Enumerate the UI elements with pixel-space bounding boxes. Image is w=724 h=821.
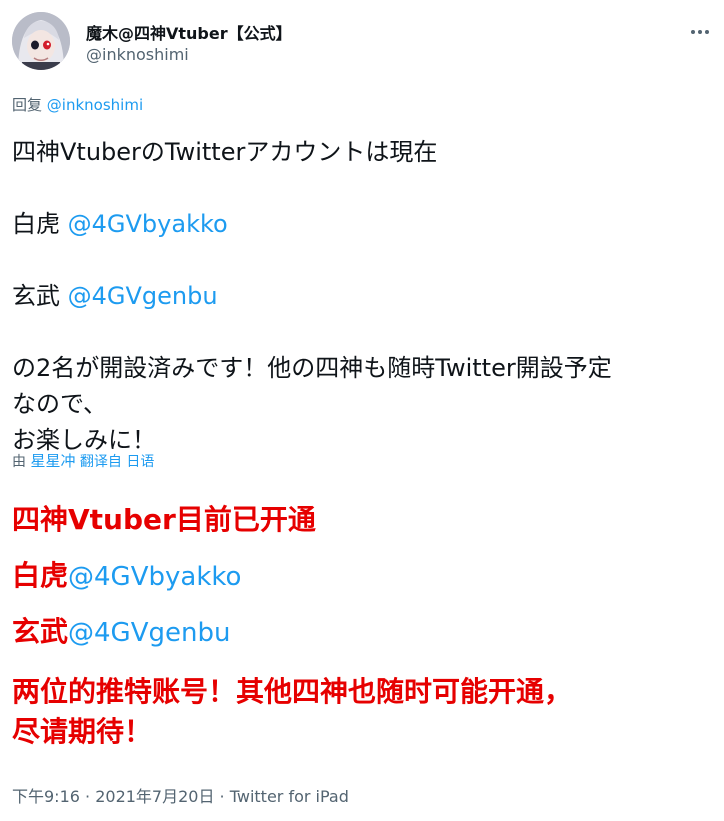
- reply-to-link[interactable]: @inknoshimi: [47, 96, 143, 114]
- translated-genbu-label: 玄武: [12, 615, 69, 648]
- translated-line-4b: 尽请期待！: [12, 715, 153, 748]
- avatar[interactable]: [12, 12, 70, 70]
- translated-line-4a: 两位的推特账号！其他四神也随时可能开通，: [12, 675, 573, 708]
- tweet-line-5: なので、: [12, 390, 108, 418]
- tweet-line-byakko: 白虎 @4GVbyakko: [12, 206, 716, 242]
- translator-link[interactable]: 星星冲: [30, 452, 75, 470]
- more-icon[interactable]: [688, 20, 712, 44]
- replying-to: 回复 @inknoshimi: [12, 94, 143, 115]
- author-display-name[interactable]: 魔木@四神Vtuber【公式】: [86, 20, 292, 44]
- tweet-header: 魔木@四神Vtuber【公式】 @inknoshimi: [12, 12, 712, 72]
- tweet-date[interactable]: 2021年7月20日: [95, 787, 214, 806]
- tweet-text: 四神VtuberのTwitterアカウントは現在 白虎 @4GVbyakko 玄…: [12, 134, 716, 458]
- translated-line-4: 两位的推特账号！其他四神也随时可能开通， 尽请期待！: [12, 672, 716, 752]
- byakko-label: 白虎: [12, 210, 60, 238]
- byakko-mention[interactable]: @4GVbyakko: [68, 210, 228, 238]
- translated-line-byakko: 白虎@4GVbyakko: [12, 558, 716, 595]
- tweet-line-genbu: 玄武 @4GVgenbu: [12, 278, 716, 314]
- genbu-mention[interactable]: @4GVgenbu: [68, 282, 218, 310]
- reply-prefix: 回复: [12, 96, 43, 114]
- tweet-time[interactable]: 下午9:16: [12, 787, 80, 806]
- tweet-meta: 下午9:16 · 2021年7月20日 · Twitter for iPad: [12, 783, 349, 807]
- meta-separator: ·: [214, 787, 230, 806]
- tweet-line-1: 四神VtuberのTwitterアカウントは現在: [12, 138, 438, 166]
- translated-line-genbu: 玄武@4GVgenbu: [12, 614, 716, 651]
- avatar-image: [12, 12, 70, 70]
- meta-separator: ·: [79, 787, 96, 806]
- translated-byakko-mention[interactable]: @4GVbyakko: [68, 562, 241, 592]
- author-handle[interactable]: @inknoshimi: [86, 45, 189, 64]
- tweet-source[interactable]: Twitter for iPad: [230, 787, 349, 806]
- translation-prefix: 由: [12, 454, 26, 470]
- translated-genbu-mention[interactable]: @4GVgenbu: [68, 618, 230, 648]
- translated-byakko-label: 白虎: [12, 559, 69, 592]
- translated-line-1: 四神Vtuber目前已开通: [12, 503, 316, 536]
- translation-credit: 由 星星冲 翻译自 日语: [12, 450, 154, 471]
- genbu-label: 玄武: [12, 282, 60, 310]
- tweet-line-4: の2名が開設済みです！他の四神も随時Twitter開設予定: [12, 354, 612, 382]
- translation-suffix[interactable]: 翻译自 日语: [80, 454, 154, 470]
